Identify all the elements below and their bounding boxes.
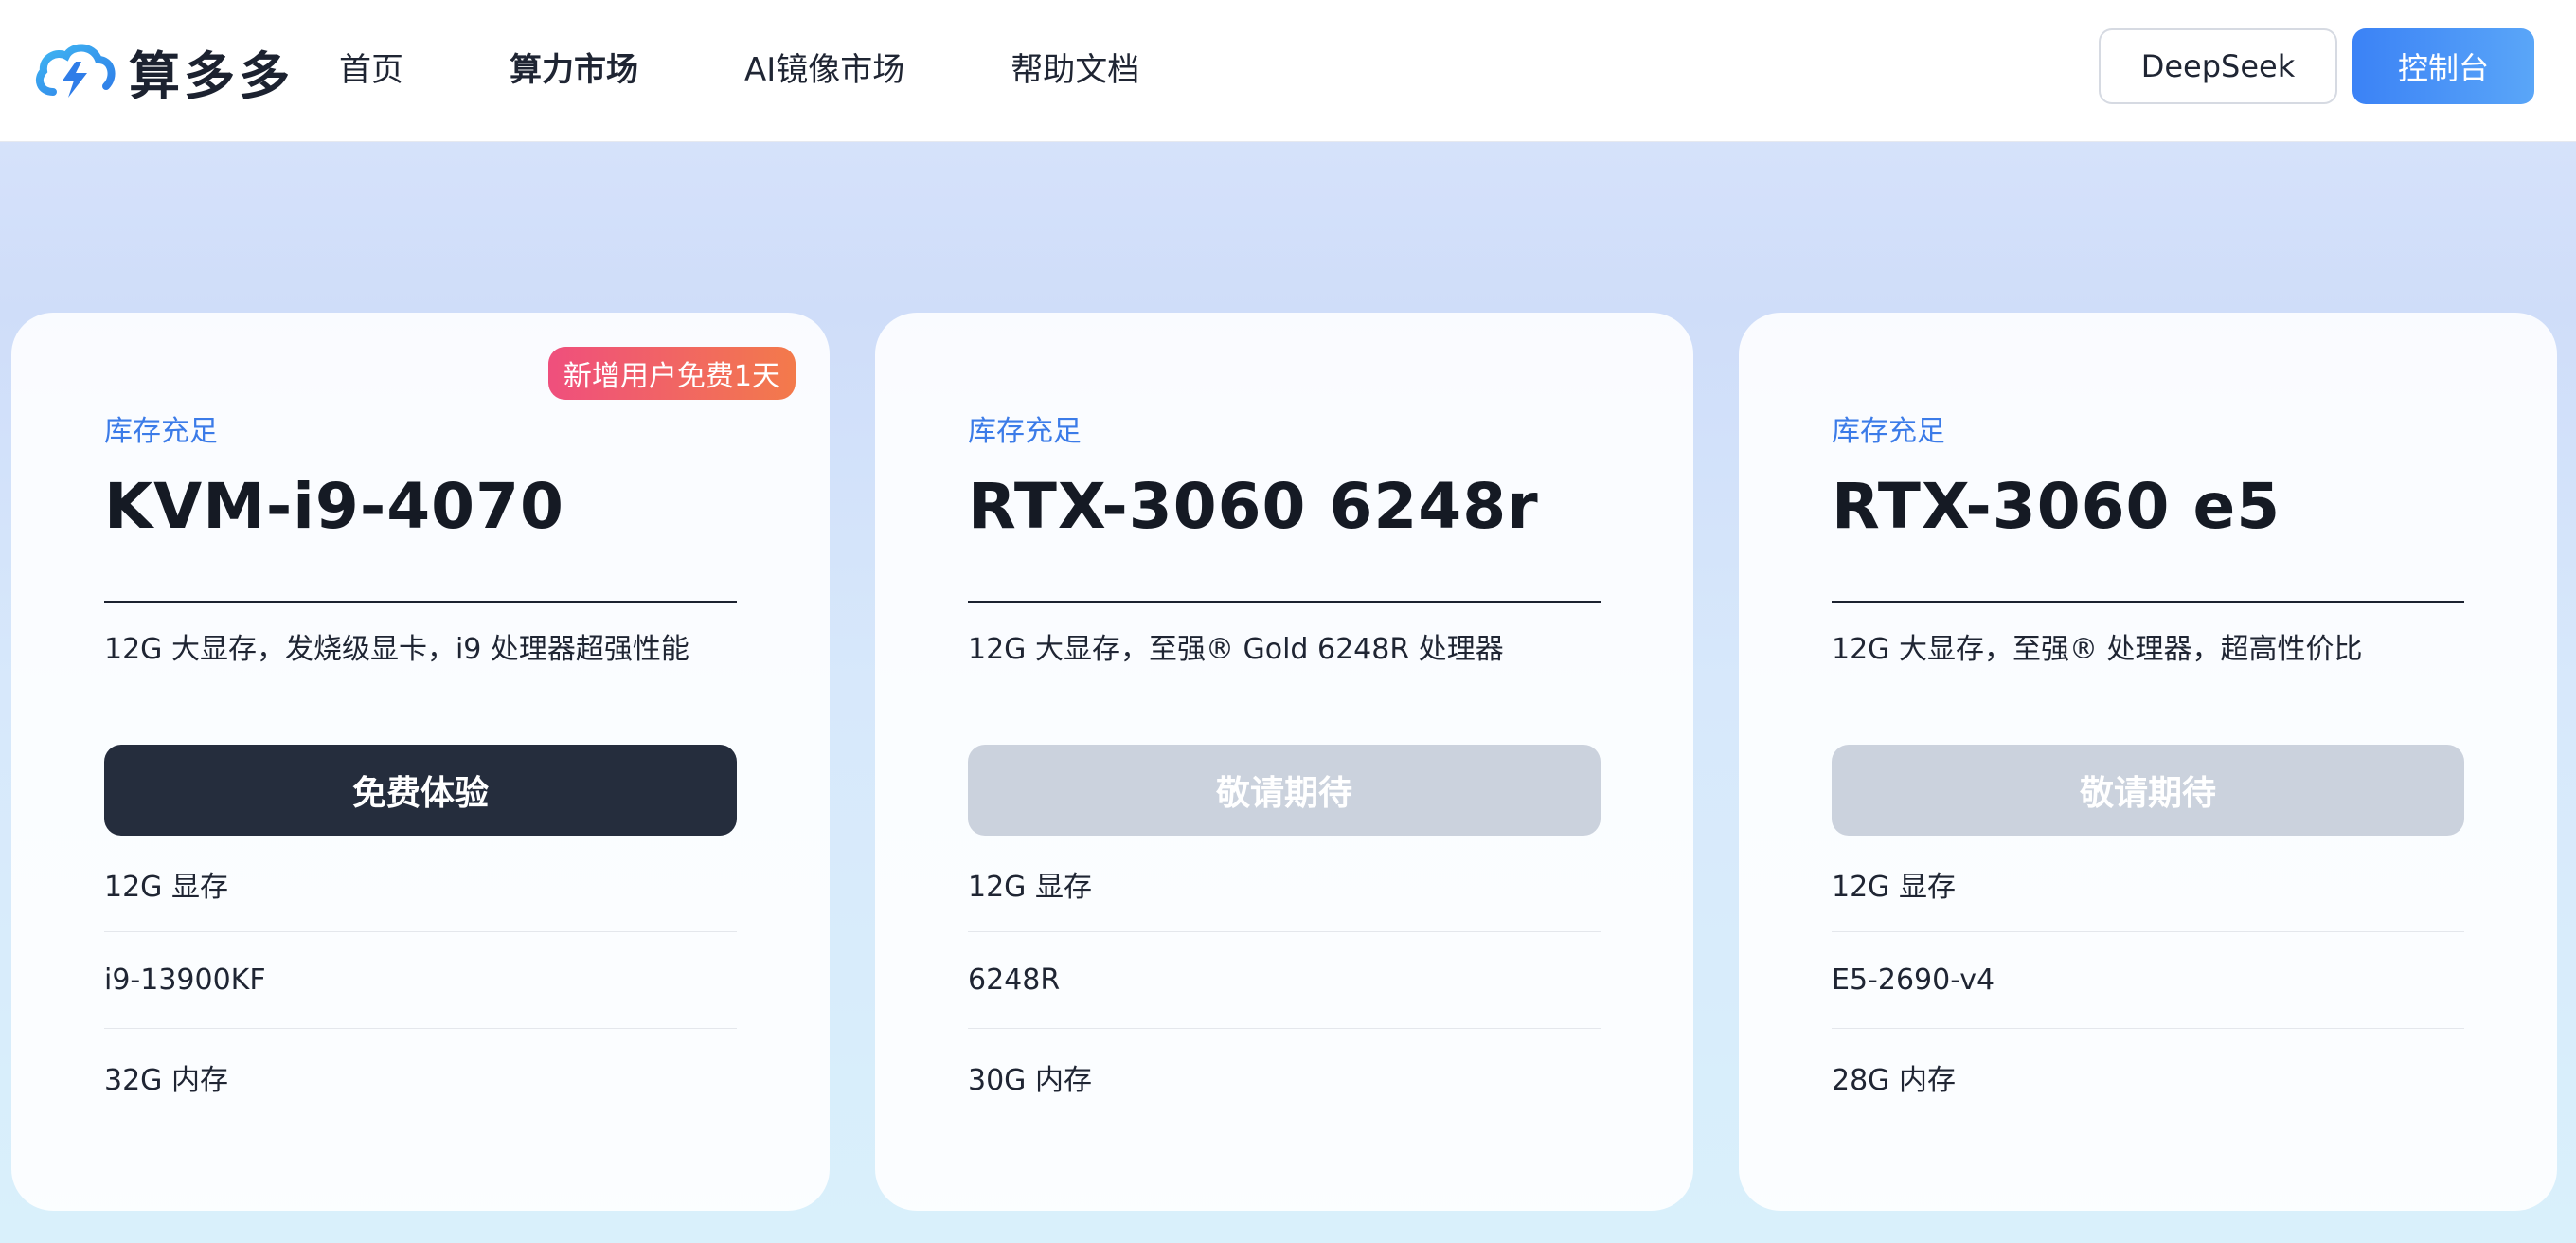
stock-status: 库存充足	[968, 415, 1082, 448]
nav-home[interactable]: 首页	[339, 44, 403, 90]
product-description: 12G 大显存，发烧级显卡，i9 处理器超强性能	[104, 633, 689, 666]
product-card-rtx-3060-6248r: 库存充足 RTX-3060 6248r 12G 大显存，至强® Gold 624…	[875, 313, 1693, 1211]
top-nav-bar: 算多多 首页 算力市场 AI镜像市场 帮助文档 DeepSeek 控制台	[0, 0, 2576, 142]
spec-ram: 30G 内存	[968, 1064, 1092, 1097]
spec-ram: 28G 内存	[1832, 1064, 1956, 1097]
product-title: RTX-3060 e5	[1832, 470, 2281, 543]
spec-cpu: i9-13900KF	[104, 932, 737, 1029]
coming-soon-button[interactable]: 敬请期待	[1832, 745, 2464, 836]
spec-ram: 32G 内存	[104, 1064, 228, 1097]
cloud-lightning-logo-icon	[35, 44, 116, 98]
title-divider	[968, 601, 1601, 603]
spec-gpu-memory: 12G 显存	[968, 836, 1601, 932]
console-button[interactable]: 控制台	[2352, 28, 2534, 104]
free-trial-button[interactable]: 免费体验	[104, 745, 737, 836]
title-divider	[1832, 601, 2464, 603]
nav-help-docs[interactable]: 帮助文档	[1011, 44, 1139, 90]
coming-soon-button[interactable]: 敬请期待	[968, 745, 1601, 836]
product-description: 12G 大显存，至强® Gold 6248R 处理器	[968, 633, 1504, 666]
spec-gpu-memory: 12G 显存	[1832, 836, 2464, 932]
stock-status: 库存充足	[1832, 415, 1945, 448]
spec-cpu: E5-2690-v4	[1832, 932, 2464, 1029]
title-divider	[104, 601, 737, 603]
main-nav: 首页 算力市场 AI镜像市场 帮助文档	[339, 0, 1245, 133]
new-user-free-badge: 新增用户免费1天	[547, 347, 796, 400]
product-card-kvm-i9-4070: 新增用户免费1天 库存充足 KVM-i9-4070 12G 大显存，发烧级显卡，…	[11, 313, 830, 1211]
product-title: KVM-i9-4070	[104, 470, 564, 543]
brand-name: 算多多	[129, 45, 294, 106]
brand-logo[interactable]: 算多多	[32, 28, 294, 114]
product-description: 12G 大显存，至强® 处理器，超高性价比	[1832, 633, 2363, 666]
product-title: RTX-3060 6248r	[968, 470, 1539, 543]
nav-ai-image-market[interactable]: AI镜像市场	[744, 44, 904, 90]
stock-status: 库存充足	[104, 415, 218, 448]
nav-compute-market[interactable]: 算力市场	[510, 44, 638, 90]
deepseek-button[interactable]: DeepSeek	[2099, 28, 2337, 104]
product-card-rtx-3060-e5: 库存充足 RTX-3060 e5 12G 大显存，至强® 处理器，超高性价比 敬…	[1739, 313, 2557, 1211]
spec-gpu-memory: 12G 显存	[104, 836, 737, 932]
spec-cpu: 6248R	[968, 932, 1601, 1029]
